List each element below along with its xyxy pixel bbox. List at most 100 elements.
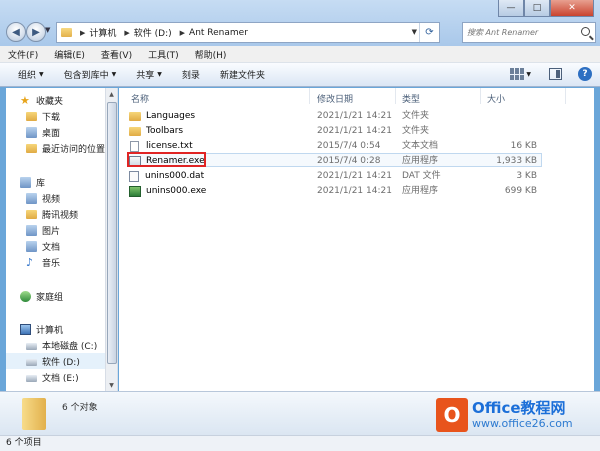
sidebar-item-drive-d[interactable]: 软件 (D:) [6,353,106,369]
sidebar-scrollbar[interactable]: ▲ ▼ [105,88,117,391]
sidebar-item-label: 计算机 [36,325,64,336]
sidebar-item-tencent-video[interactable]: 腾讯视频 [26,206,78,222]
menu-view[interactable]: 查看(V) [101,48,132,61]
view-controls: ▼ ? [510,67,592,81]
chevron-down-icon[interactable]: ▼ [526,71,531,78]
sidebar-item-videos[interactable]: 视频 [26,190,60,206]
sidebar-item-label: 最近访问的位置 [42,144,106,155]
sidebar-item-homegroup[interactable]: 家庭组 [20,288,63,304]
file-type: 文件夹 [402,126,430,136]
view-options-icon[interactable] [510,68,525,80]
share-button[interactable]: 共享 ▼ [136,68,162,81]
menu-edit[interactable]: 编辑(E) [54,48,85,61]
breadcrumb-drive-d[interactable]: 软件 (D:) [134,26,172,39]
share-label: 共享 [136,71,155,81]
organize-button[interactable]: 组织 ▼ [18,68,44,81]
search-box[interactable] [462,22,596,43]
column-header-type[interactable]: 类型 [402,92,420,105]
menu-tools[interactable]: 工具(T) [148,48,179,61]
sidebar-item-favorites[interactable]: ★ 收藏夹 [20,92,63,108]
folder-icon [26,210,37,219]
search-input[interactable] [467,28,577,37]
organize-label: 组织 [18,71,37,81]
column-divider[interactable] [395,88,396,104]
table-row[interactable]: unins000.dat 2021/1/21 14:21 DAT 文件 3 KB [127,169,589,183]
sidebar-item-label: 收藏夹 [36,96,64,107]
burn-button[interactable]: 刻录 [182,68,200,81]
sidebar-item-drive-c[interactable]: 本地磁盘 (C:) [26,337,97,353]
menu-bar: 文件(F) 编辑(E) 查看(V) 工具(T) 帮助(H) [0,46,600,63]
column-header-name[interactable]: 名称 [131,92,149,105]
office-logo-icon: O [436,398,468,432]
file-size: 699 KB [504,186,537,196]
column-divider[interactable] [480,88,481,104]
sidebar-item-label: 下载 [42,112,61,123]
table-row[interactable]: Toolbars 2021/1/21 14:21 文件夹 [127,124,589,138]
file-type: 应用程序 [402,156,439,166]
sidebar-item-label: 文档 [42,242,61,253]
sidebar-item-drive-e[interactable]: 文档 (E:) [26,369,79,385]
chevron-right-icon[interactable]: ▶ [124,29,129,37]
address-bar[interactable]: ▶ 计算机 ▶ 软件 (D:) ▶ Ant Renamer ▼ ⟳ [56,22,440,43]
sidebar-item-downloads[interactable]: 下载 [26,108,60,124]
status-bar: 6 个项目 [0,435,600,451]
preview-pane-icon[interactable] [549,68,562,80]
forward-button[interactable]: ▶ [26,22,46,42]
include-label: 包含到库中 [63,71,109,81]
music-note-icon: ♪ [26,255,34,269]
help-icon[interactable]: ? [578,67,592,81]
dat-file-icon [129,170,139,182]
computer-icon [20,323,31,335]
item-count: 6 个项目 [6,438,42,448]
sidebar-item-desktop[interactable]: 桌面 [26,124,60,140]
chevron-down-icon: ▼ [111,71,117,78]
file-date: 2015/7/4 0:54 [317,141,381,151]
sidebar-item-libraries[interactable]: 库 [20,174,45,190]
navigation-pane: ★ 收藏夹 下载 桌面 最近访问的位置 库 视频 腾讯视频 图片 文档 ♪ 音乐 家… [6,88,118,391]
scroll-up-icon[interactable]: ▲ [106,88,117,100]
library-icon [20,176,31,188]
chevron-right-icon[interactable]: ▶ [80,29,85,37]
column-header-size[interactable]: 大小 [487,92,505,105]
address-history-dropdown[interactable]: ▼ [412,28,417,36]
column-divider[interactable] [309,88,310,104]
file-size: 3 KB [516,171,537,181]
sidebar-item-recent[interactable]: 最近访问的位置 [26,140,105,156]
table-row[interactable]: unins000.exe 2021/1/21 14:21 应用程序 699 KB [127,184,589,198]
close-button[interactable]: ✕ [550,0,594,17]
setup-app-icon [129,185,141,197]
video-library-icon [26,192,37,204]
table-row[interactable]: license.txt 2015/7/4 0:54 文本文档 16 KB [127,139,589,153]
sidebar-item-computer[interactable]: 计算机 [20,321,63,337]
sidebar-item-label: 家庭组 [36,292,64,303]
back-button[interactable]: ◀ [6,22,26,42]
chevron-right-icon[interactable]: ▶ [180,29,185,37]
minimize-button[interactable]: — [498,0,524,17]
chevron-down-icon: ▼ [157,71,162,78]
sidebar-item-music[interactable]: ♪ 音乐 [26,254,60,270]
scrollbar-thumb[interactable] [107,102,117,364]
file-list: 名称 修改日期 类型 大小 Languages 2021/1/21 14:21 … [119,88,594,391]
search-icon[interactable] [581,27,590,36]
file-size: 1,933 KB [496,156,537,166]
sidebar-item-label: 腾讯视频 [42,210,79,221]
sidebar-item-documents[interactable]: 文档 [26,238,60,254]
file-date: 2021/1/21 14:21 [317,126,392,136]
maximize-button[interactable]: □ [524,0,550,17]
menu-file[interactable]: 文件(F) [8,48,38,61]
menu-help[interactable]: 帮助(H) [195,48,227,61]
refresh-icon: ⟳ [425,27,434,38]
folder-icon [61,28,72,37]
include-in-library-button[interactable]: 包含到库中 ▼ [64,68,117,81]
refresh-button[interactable]: ⟳ [419,23,439,42]
column-header-date[interactable]: 修改日期 [317,92,353,105]
scroll-down-icon[interactable]: ▼ [106,379,117,391]
new-folder-button[interactable]: 新建文件夹 [220,68,265,81]
breadcrumb-computer[interactable]: 计算机 [89,26,116,39]
sidebar-item-pictures[interactable]: 图片 [26,222,60,238]
sidebar-item-label: 软件 (D:) [42,357,80,368]
table-row[interactable]: Languages 2021/1/21 14:21 文件夹 [127,109,589,123]
column-divider[interactable] [565,88,566,104]
recent-pages-dropdown[interactable]: ▼ [45,26,53,38]
breadcrumb-ant-renamer[interactable]: Ant Renamer [189,28,248,38]
